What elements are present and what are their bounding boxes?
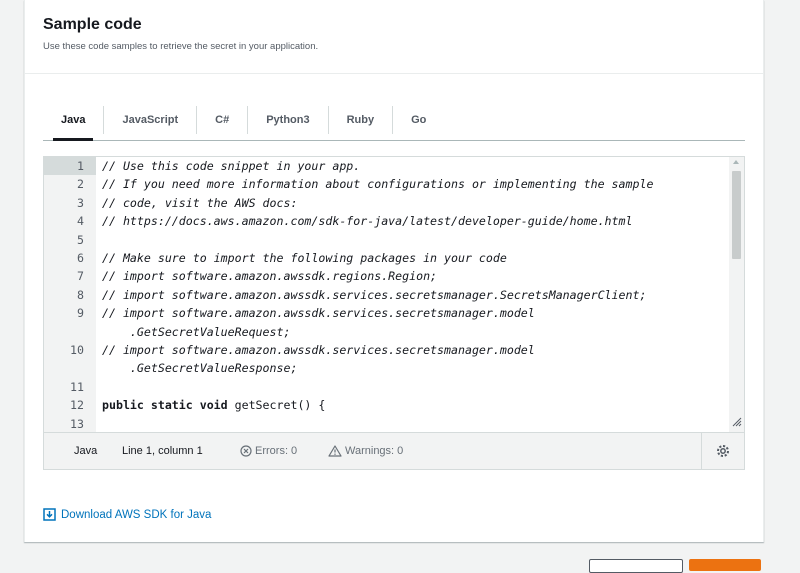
code-keyword: public static void — [102, 398, 228, 413]
tab-ruby[interactable]: Ruby — [327, 106, 393, 134]
code-text: // import software.amazon.awssdk.service… — [102, 287, 647, 302]
scroll-thumb[interactable] — [732, 171, 741, 259]
code-text: // Make sure to import the following pac… — [102, 250, 507, 265]
warning-icon — [328, 445, 342, 457]
resize-handle-icon[interactable] — [732, 417, 742, 427]
code-text: // import software.amazon.awssdk.service… — [102, 342, 535, 376]
gear-icon — [717, 445, 729, 457]
panel-description: Use these code samples to retrieve the s… — [43, 41, 319, 52]
cancel-button[interactable] — [589, 559, 683, 573]
code-rest: getSecret() { — [227, 398, 326, 413]
tab-javascript[interactable]: JavaScript — [103, 106, 196, 134]
code-line: 4 // https://docs.aws.amazon.com/sdk-for-… — [44, 212, 730, 230]
download-sdk-link[interactable]: Download AWS SDK for Java — [43, 508, 211, 521]
status-language: Java — [74, 445, 98, 457]
status-warnings-label: Warnings: 0 — [345, 445, 404, 457]
code-text: // https://docs.aws.amazon.com/sdk-for-j… — [102, 214, 633, 229]
code-line: 3 // code, visit the AWS docs: — [44, 194, 730, 212]
code-line: 9 // import software.amazon.awssdk.servic… — [44, 304, 730, 341]
error-icon — [240, 445, 252, 457]
download-sdk-label: Download AWS SDK for Java — [61, 508, 212, 521]
code-text: public static void getSecret() { — [102, 396, 325, 414]
code-text: // import software.amazon.awssdk.service… — [102, 306, 535, 339]
code-line: 1 // Use this code snippet in your app. — [44, 157, 730, 176]
panel-header: Sample code Use these code samples to re… — [25, 0, 763, 74]
status-cursor-position: Line 1, column 1 — [122, 445, 203, 457]
code-line: 13 — [44, 415, 730, 433]
line-number: 13 — [70, 416, 84, 431]
line-number: 5 — [77, 232, 84, 247]
code-editor: 1 // Use this code snippet in your app. 2 /… — [43, 156, 745, 470]
code-line: 8 // import software.amazon.awssdk.servic… — [44, 286, 730, 304]
scroll-up-icon[interactable] — [733, 160, 739, 164]
line-number: 7 — [77, 269, 84, 284]
line-number: 2 — [77, 177, 84, 192]
code-area[interactable]: 1 // Use this code snippet in your app. 2 /… — [44, 157, 730, 433]
primary-button[interactable] — [689, 559, 761, 571]
line-number: 1 — [77, 159, 84, 173]
download-icon — [43, 508, 56, 521]
code-text: // import software.amazon.awssdk.regions… — [102, 269, 438, 284]
status-errors[interactable]: Errors: 0 — [240, 433, 297, 469]
code-line: 7 // import software.amazon.awssdk.region… — [44, 267, 730, 285]
tab-java[interactable]: Java — [43, 106, 103, 141]
tab-csharp[interactable]: C# — [196, 106, 247, 134]
tab-python3[interactable]: Python3 — [247, 106, 327, 134]
code-text: // code, visit the AWS docs: — [102, 195, 298, 210]
language-tabs: Java JavaScript C# Python3 Ruby Go — [43, 100, 745, 141]
code-text: // If you need more information about co… — [102, 177, 654, 192]
page-title: Sample code — [43, 16, 142, 33]
status-warnings[interactable]: Warnings: 0 — [328, 433, 403, 469]
editor-settings-button[interactable] — [701, 433, 744, 469]
editor-scrollbar[interactable] — [729, 157, 744, 433]
code-line: 10 // import software.amazon.awssdk.servi… — [44, 341, 730, 378]
status-errors-label: Errors: 0 — [255, 445, 298, 457]
code-line: 5 — [44, 231, 730, 249]
tab-go[interactable]: Go — [392, 106, 444, 134]
code-line: 6 // Make sure to import the following pa… — [44, 249, 730, 267]
line-number: 9 — [77, 306, 84, 321]
line-number: 10 — [70, 342, 84, 357]
code-text: // Use this code snippet in your app. — [102, 159, 361, 173]
sample-code-panel: Sample code Use these code samples to re… — [24, 0, 764, 542]
code-line: 11 — [44, 378, 730, 396]
code-line: 2 // If you need more information about c… — [44, 175, 730, 193]
line-number: 6 — [77, 250, 84, 265]
code-line: 12 public static void getSecret() { — [44, 396, 730, 414]
line-number: 11 — [70, 379, 84, 394]
editor-status-bar: Java Line 1, column 1 Errors: 0 Warnings… — [44, 432, 744, 469]
line-number: 4 — [77, 214, 84, 229]
line-number: 12 — [70, 398, 84, 413]
line-number: 8 — [77, 287, 84, 302]
line-number: 3 — [77, 195, 84, 210]
